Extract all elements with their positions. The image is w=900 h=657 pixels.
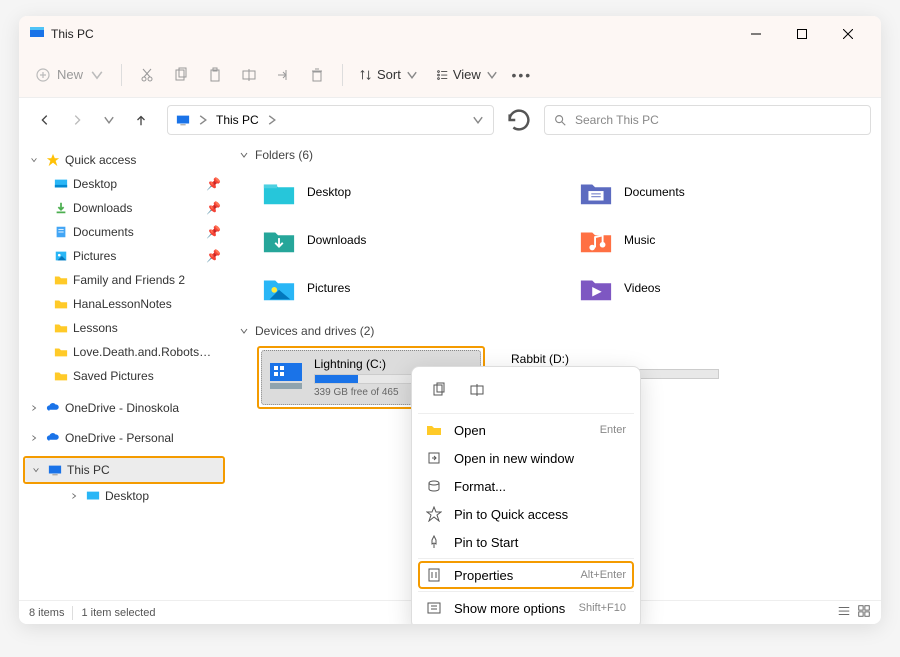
share-button[interactable] <box>266 60 300 90</box>
cloud-icon <box>45 401 61 415</box>
address-row: This PC Search This PC <box>19 98 881 142</box>
rename-button[interactable] <box>232 60 266 90</box>
copy-button[interactable] <box>164 60 198 90</box>
sidebar-item-folder[interactable]: Love.Death.and.Robots.S03.10 <box>23 340 225 364</box>
cloud-icon <box>45 431 61 445</box>
address-bar[interactable]: This PC <box>167 105 494 135</box>
paste-button[interactable] <box>198 60 232 90</box>
window-controls <box>733 18 871 50</box>
thispc-highlight: This PC <box>23 456 225 484</box>
sidebar-item-folder[interactable]: Family and Friends 2 <box>23 268 225 292</box>
window-title: This PC <box>51 27 94 41</box>
drives-group[interactable]: Devices and drives (2) <box>239 320 871 342</box>
ctx-pin-quick-access[interactable]: Pin to Quick access <box>418 500 634 528</box>
close-button[interactable] <box>825 18 871 50</box>
ctx-properties[interactable]: PropertiesAlt+Enter <box>418 561 634 589</box>
view-button[interactable]: View <box>427 63 507 86</box>
sidebar-item-desktop[interactable]: Desktop📌 <box>23 172 225 196</box>
icons-view-button[interactable] <box>857 604 871 621</box>
drive-icon <box>268 357 304 398</box>
folder-documents[interactable]: Documents <box>574 170 871 214</box>
pin-icon: 📌 <box>206 177 221 191</box>
back-button[interactable] <box>33 108 57 132</box>
item-count: 8 items <box>29 607 64 619</box>
ctx-show-more[interactable]: Show more optionsShift+F10 <box>418 594 634 622</box>
sidebar-item-folder[interactable]: Saved Pictures <box>23 364 225 388</box>
ctx-open-new-window[interactable]: Open in new window <box>418 444 634 472</box>
folders-group[interactable]: Folders (6) <box>239 144 871 166</box>
search-box[interactable]: Search This PC <box>544 105 871 135</box>
folder-videos[interactable]: Videos <box>574 266 871 310</box>
address-dropdown[interactable] <box>471 113 485 127</box>
cut-button[interactable] <box>130 60 164 90</box>
delete-button[interactable] <box>300 60 334 90</box>
details-view-button[interactable] <box>837 604 851 621</box>
sidebar-item-folder[interactable]: Lessons <box>23 316 225 340</box>
sort-button[interactable]: Sort <box>351 63 427 86</box>
up-button[interactable] <box>129 108 153 132</box>
sidebar-this-pc[interactable]: This PC <box>25 458 223 482</box>
file-explorer-window: This PC New Sort View ••• <box>19 16 881 624</box>
forward-button[interactable] <box>65 108 89 132</box>
pc-icon <box>176 113 190 127</box>
sidebar-item-documents[interactable]: Documents📌 <box>23 220 225 244</box>
app-icon <box>29 24 45 45</box>
sidebar-item-downloads[interactable]: Downloads📌 <box>23 196 225 220</box>
search-icon <box>553 113 567 127</box>
folder-desktop[interactable]: Desktop <box>257 170 554 214</box>
toolbar: New Sort View ••• <box>19 52 881 98</box>
context-menu: OpenEnter Open in new window Format... P… <box>411 366 641 624</box>
sidebar-desktop-under-pc[interactable]: Desktop <box>23 484 225 508</box>
folder-pictures[interactable]: Pictures <box>257 266 554 310</box>
ctx-rename-button[interactable] <box>460 375 494 405</box>
maximize-button[interactable] <box>779 18 825 50</box>
refresh-button[interactable] <box>504 105 534 135</box>
sidebar-item-pictures[interactable]: Pictures📌 <box>23 244 225 268</box>
onedrive-dinoskola[interactable]: OneDrive - Dinoskola <box>23 396 225 420</box>
selected-count: 1 item selected <box>81 607 155 619</box>
sidebar-item-folder[interactable]: HanaLessonNotes <box>23 292 225 316</box>
folder-downloads[interactable]: Downloads <box>257 218 554 262</box>
folder-music[interactable]: Music <box>574 218 871 262</box>
ctx-copy-button[interactable] <box>422 375 456 405</box>
breadcrumb[interactable]: This PC <box>216 113 259 127</box>
ctx-format[interactable]: Format... <box>418 472 634 500</box>
recent-button[interactable] <box>97 108 121 132</box>
quick-access[interactable]: Quick access <box>23 148 225 172</box>
minimize-button[interactable] <box>733 18 779 50</box>
ctx-pin-start[interactable]: Pin to Start <box>418 528 634 556</box>
onedrive-personal[interactable]: OneDrive - Personal <box>23 426 225 450</box>
star-icon <box>45 153 61 167</box>
drive-name: Rabbit (D:) <box>511 352 719 366</box>
titlebar: This PC <box>19 16 881 52</box>
new-button[interactable]: New <box>27 63 113 87</box>
nav-pane: Quick access Desktop📌 Downloads📌 Documen… <box>19 142 229 600</box>
ctx-open[interactable]: OpenEnter <box>418 416 634 444</box>
more-button[interactable]: ••• <box>507 67 537 83</box>
